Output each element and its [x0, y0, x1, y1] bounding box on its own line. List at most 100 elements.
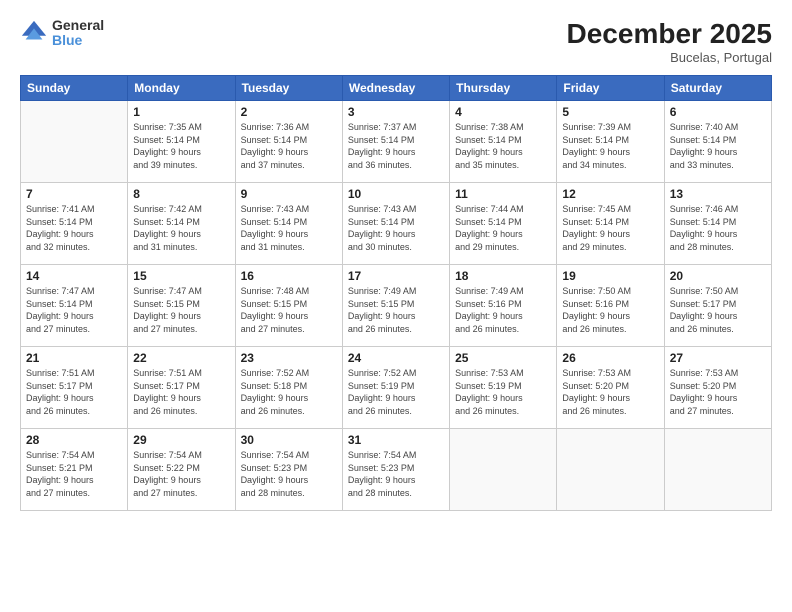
calendar-cell: [664, 429, 771, 511]
day-number: 2: [241, 105, 337, 119]
day-info: Sunrise: 7:47 AM Sunset: 5:15 PM Dayligh…: [133, 285, 229, 335]
day-number: 20: [670, 269, 766, 283]
day-number: 1: [133, 105, 229, 119]
day-number: 4: [455, 105, 551, 119]
calendar-cell: 10 Sunrise: 7:43 AM Sunset: 5:14 PM Dayli…: [342, 183, 449, 265]
day-number: 13: [670, 187, 766, 201]
calendar-cell: 15Sunrise: 7:47 AM Sunset: 5:15 PM Dayli…: [128, 265, 235, 347]
day-info: Sunrise: 7:43 AM Sunset: 5:14 PM Dayligh…: [348, 203, 444, 253]
header: General Blue December 2025 Bucelas, Port…: [20, 18, 772, 65]
day-number: 24: [348, 351, 444, 365]
day-info: Sunrise: 7:47 AM Sunset: 5:14 PM Dayligh…: [26, 285, 122, 335]
calendar-week-2: 7Sunrise: 7:41 AM Sunset: 5:14 PM Daylig…: [21, 183, 772, 265]
location: Bucelas, Portugal: [567, 50, 772, 65]
day-info: Sunrise: 7:53 AM Sunset: 5:20 PM Dayligh…: [670, 367, 766, 417]
calendar-cell: 4 Sunrise: 7:38 AM Sunset: 5:14 PM Daylig…: [450, 101, 557, 183]
day-number: 14: [26, 269, 122, 283]
day-info: Sunrise: 7:54 AM Sunset: 5:23 PM Dayligh…: [348, 449, 444, 499]
calendar-cell: 20Sunrise: 7:50 AM Sunset: 5:17 PM Dayli…: [664, 265, 771, 347]
day-number: 21: [26, 351, 122, 365]
day-number: 6: [670, 105, 766, 119]
day-number: 9: [241, 187, 337, 201]
month-title: December 2025: [567, 18, 772, 50]
calendar-cell: 24 Sunrise: 7:52 AM Sunset: 5:19 PM Dayli…: [342, 347, 449, 429]
page: General Blue December 2025 Bucelas, Port…: [0, 0, 792, 612]
day-info: Sunrise: 7:37 AM Sunset: 5:14 PM Dayligh…: [348, 121, 444, 171]
calendar-cell: 3 Sunrise: 7:37 AM Sunset: 5:14 PM Daylig…: [342, 101, 449, 183]
day-info: Sunrise: 7:51 AM Sunset: 5:17 PM Dayligh…: [26, 367, 122, 417]
calendar-cell: 22Sunrise: 7:51 AM Sunset: 5:17 PM Dayli…: [128, 347, 235, 429]
calendar-cell: 2 Sunrise: 7:36 AM Sunset: 5:14 PM Daylig…: [235, 101, 342, 183]
day-info: Sunrise: 7:52 AM Sunset: 5:19 PM Dayligh…: [348, 367, 444, 417]
col-thursday: Thursday: [450, 76, 557, 101]
calendar-cell: 30Sunrise: 7:54 AM Sunset: 5:23 PM Dayli…: [235, 429, 342, 511]
day-number: 28: [26, 433, 122, 447]
day-info: Sunrise: 7:42 AM Sunset: 5:14 PM Dayligh…: [133, 203, 229, 253]
col-monday: Monday: [128, 76, 235, 101]
day-number: 10: [348, 187, 444, 201]
day-info: Sunrise: 7:41 AM Sunset: 5:14 PM Dayligh…: [26, 203, 122, 253]
col-saturday: Saturday: [664, 76, 771, 101]
day-info: Sunrise: 7:35 AM Sunset: 5:14 PM Dayligh…: [133, 121, 229, 171]
day-number: 29: [133, 433, 229, 447]
day-info: Sunrise: 7:36 AM Sunset: 5:14 PM Dayligh…: [241, 121, 337, 171]
day-info: Sunrise: 7:43 AM Sunset: 5:14 PM Dayligh…: [241, 203, 337, 253]
calendar-week-5: 28 Sunrise: 7:54 AM Sunset: 5:21 PM Dayli…: [21, 429, 772, 511]
calendar-cell: 27 Sunrise: 7:53 AM Sunset: 5:20 PM Dayli…: [664, 347, 771, 429]
day-number: 27: [670, 351, 766, 365]
day-number: 23: [241, 351, 337, 365]
day-info: Sunrise: 7:38 AM Sunset: 5:14 PM Dayligh…: [455, 121, 551, 171]
day-info: Sunrise: 7:40 AM Sunset: 5:14 PM Dayligh…: [670, 121, 766, 171]
col-wednesday: Wednesday: [342, 76, 449, 101]
calendar-cell: 5 Sunrise: 7:39 AM Sunset: 5:14 PM Daylig…: [557, 101, 664, 183]
day-info: Sunrise: 7:48 AM Sunset: 5:15 PM Dayligh…: [241, 285, 337, 335]
day-info: Sunrise: 7:49 AM Sunset: 5:15 PM Dayligh…: [348, 285, 444, 335]
day-number: 5: [562, 105, 658, 119]
day-info: Sunrise: 7:50 AM Sunset: 5:16 PM Dayligh…: [562, 285, 658, 335]
day-number: 31: [348, 433, 444, 447]
day-number: 12: [562, 187, 658, 201]
calendar-cell: 12 Sunrise: 7:45 AM Sunset: 5:14 PM Dayli…: [557, 183, 664, 265]
calendar-cell: [450, 429, 557, 511]
calendar-cell: 1 Sunrise: 7:35 AM Sunset: 5:14 PM Daylig…: [128, 101, 235, 183]
calendar-cell: 11Sunrise: 7:44 AM Sunset: 5:14 PM Dayli…: [450, 183, 557, 265]
calendar-week-3: 14 Sunrise: 7:47 AM Sunset: 5:14 PM Dayli…: [21, 265, 772, 347]
day-number: 19: [562, 269, 658, 283]
logo-line2: Blue: [52, 33, 104, 48]
calendar-header-row: Sunday Monday Tuesday Wednesday Thursday…: [21, 76, 772, 101]
calendar-cell: [557, 429, 664, 511]
day-info: Sunrise: 7:54 AM Sunset: 5:21 PM Dayligh…: [26, 449, 122, 499]
title-block: December 2025 Bucelas, Portugal: [567, 18, 772, 65]
calendar-cell: 13Sunrise: 7:46 AM Sunset: 5:14 PM Dayli…: [664, 183, 771, 265]
calendar-cell: 28 Sunrise: 7:54 AM Sunset: 5:21 PM Dayli…: [21, 429, 128, 511]
day-number: 11: [455, 187, 551, 201]
day-info: Sunrise: 7:51 AM Sunset: 5:17 PM Dayligh…: [133, 367, 229, 417]
day-number: 26: [562, 351, 658, 365]
calendar-cell: 16Sunrise: 7:48 AM Sunset: 5:15 PM Dayli…: [235, 265, 342, 347]
day-info: Sunrise: 7:53 AM Sunset: 5:20 PM Dayligh…: [562, 367, 658, 417]
col-tuesday: Tuesday: [235, 76, 342, 101]
day-info: Sunrise: 7:39 AM Sunset: 5:14 PM Dayligh…: [562, 121, 658, 171]
calendar-week-4: 21 Sunrise: 7:51 AM Sunset: 5:17 PM Dayli…: [21, 347, 772, 429]
day-number: 17: [348, 269, 444, 283]
calendar-cell: 17 Sunrise: 7:49 AM Sunset: 5:15 PM Dayli…: [342, 265, 449, 347]
calendar-cell: 9 Sunrise: 7:43 AM Sunset: 5:14 PM Daylig…: [235, 183, 342, 265]
day-info: Sunrise: 7:45 AM Sunset: 5:14 PM Dayligh…: [562, 203, 658, 253]
col-friday: Friday: [557, 76, 664, 101]
day-number: 8: [133, 187, 229, 201]
day-info: Sunrise: 7:52 AM Sunset: 5:18 PM Dayligh…: [241, 367, 337, 417]
calendar-week-1: 1 Sunrise: 7:35 AM Sunset: 5:14 PM Daylig…: [21, 101, 772, 183]
calendar-cell: 14 Sunrise: 7:47 AM Sunset: 5:14 PM Dayli…: [21, 265, 128, 347]
logo-text: General Blue: [52, 18, 104, 49]
day-info: Sunrise: 7:54 AM Sunset: 5:22 PM Dayligh…: [133, 449, 229, 499]
calendar-cell: [21, 101, 128, 183]
day-number: 3: [348, 105, 444, 119]
day-info: Sunrise: 7:49 AM Sunset: 5:16 PM Dayligh…: [455, 285, 551, 335]
logo-line1: General: [52, 18, 104, 33]
calendar-cell: 25Sunrise: 7:53 AM Sunset: 5:19 PM Dayli…: [450, 347, 557, 429]
calendar-table: Sunday Monday Tuesday Wednesday Thursday…: [20, 75, 772, 511]
calendar-cell: 19 Sunrise: 7:50 AM Sunset: 5:16 PM Dayli…: [557, 265, 664, 347]
col-sunday: Sunday: [21, 76, 128, 101]
logo: General Blue: [20, 18, 104, 49]
calendar-cell: 21 Sunrise: 7:51 AM Sunset: 5:17 PM Dayli…: [21, 347, 128, 429]
